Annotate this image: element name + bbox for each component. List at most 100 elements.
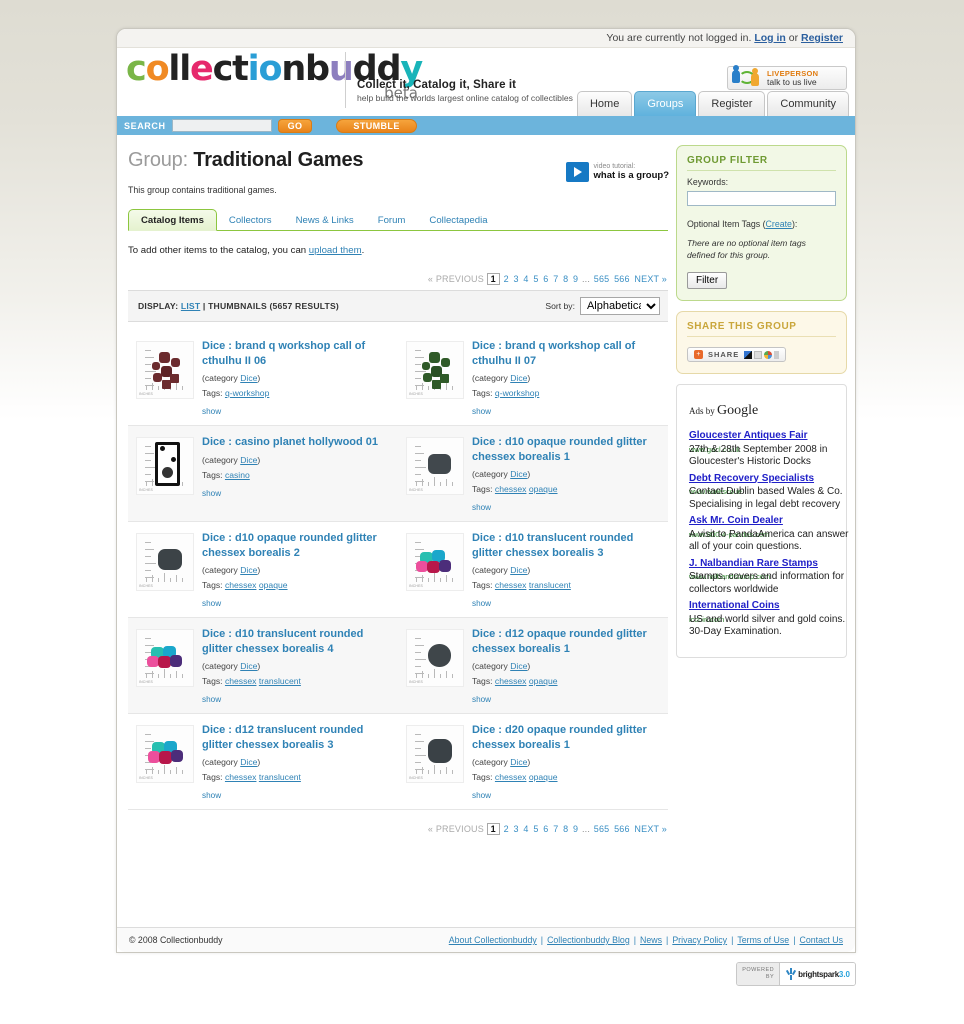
item-title[interactable]: Dice : d10 translucent rounded glitter c… (472, 531, 662, 560)
stumble-button[interactable]: STUMBLE (336, 118, 417, 133)
item-tag-link[interactable]: chessex (495, 772, 527, 782)
item-tag-link[interactable]: chessex (495, 484, 527, 494)
item-tag-link[interactable]: chessex (225, 580, 257, 590)
item-category-link[interactable]: Dice (510, 661, 527, 671)
item-category-link[interactable]: Dice (240, 455, 257, 465)
ad-title-link[interactable]: Ask Mr. Coin Dealer (689, 515, 834, 528)
catalog-item[interactable]: INCHES Dice : d10 opaque rounded glitter… (128, 522, 398, 617)
pagination-previous[interactable]: « PREVIOUS (428, 274, 484, 284)
ad-entry[interactable]: J. Nalbandian Rare Stamps Stamps, covers… (689, 558, 844, 595)
pagination-page-1[interactable]: 1 (486, 823, 500, 835)
pagination-page-2[interactable]: 2 (504, 824, 509, 834)
item-title[interactable]: Dice : d10 opaque rounded glitter chesse… (202, 531, 392, 560)
item-thumbnail[interactable]: INCHES (136, 341, 194, 399)
upload-them-link[interactable]: upload them (309, 245, 362, 256)
catalog-item[interactable]: INCHES Dice : brand q workshop call of c… (398, 330, 668, 425)
item-tag-link[interactable]: opaque (529, 772, 558, 782)
more-icon[interactable] (774, 350, 780, 359)
item-category-link[interactable]: Dice (510, 373, 527, 383)
item-thumbnail[interactable]: INCHES (405, 725, 464, 783)
ad-entry[interactable]: Ask Mr. Coin Dealer A visit to PandaAmer… (689, 515, 849, 552)
keywords-input[interactable] (686, 191, 836, 206)
ad-entry[interactable]: Debt Recovery Specialists Contact Dublin… (689, 473, 843, 510)
pagination-page-7[interactable]: 7 (553, 274, 558, 284)
item-tag-link[interactable]: translucent (529, 580, 571, 590)
pagination-page-9[interactable]: 9 (573, 274, 578, 284)
pagination-page-4[interactable]: 4 (523, 274, 528, 284)
pagination-page-565[interactable]: 565 (594, 824, 610, 834)
catalog-item[interactable]: INCHES Dice : casino planet hollywood 01… (128, 426, 398, 521)
item-thumbnail[interactable]: INCHES (136, 629, 194, 687)
item-show-link[interactable]: show (202, 489, 392, 498)
item-title[interactable]: Dice : brand q workshop call of cthulhu … (472, 339, 662, 368)
delicious-icon[interactable] (744, 350, 753, 359)
catalog-item[interactable]: INCHES Dice : d12 translucent rounded gl… (128, 714, 398, 809)
item-title[interactable]: Dice : d10 opaque rounded glitter chesse… (472, 435, 662, 464)
item-title[interactable]: Dice : d12 translucent rounded glitter c… (202, 723, 392, 752)
pagination-next[interactable]: NEXT » (634, 274, 667, 284)
pagination-page-565[interactable]: 565 (594, 274, 610, 284)
pagination-page-3[interactable]: 3 (514, 824, 519, 834)
item-thumbnail[interactable]: INCHES (405, 437, 464, 495)
item-tag-link[interactable]: translucent (259, 772, 301, 782)
item-tag-link[interactable]: chessex (495, 580, 527, 590)
tab-catalog-items[interactable]: Catalog Items (128, 209, 217, 231)
nav-tab-register[interactable]: Register (698, 91, 766, 116)
item-tag-link[interactable]: translucent (259, 676, 301, 686)
item-title[interactable]: Dice : d12 opaque rounded glitter chesse… (472, 627, 662, 656)
pagination-page-8[interactable]: 8 (563, 824, 568, 834)
item-category-link[interactable]: Dice (240, 373, 257, 383)
item-show-link[interactable]: show (202, 407, 392, 416)
video-tutorial-link[interactable]: video tutorial: what is a group? (565, 162, 669, 182)
ad-entry[interactable]: Gloucester Antiques Fair 27th & 28th Sep… (689, 430, 834, 467)
filter-button[interactable]: Filter (686, 272, 728, 289)
sort-select[interactable]: Alphabetical (579, 297, 660, 315)
ad-title-link[interactable]: Gloucester Antiques Fair (689, 430, 834, 443)
share-button[interactable]: + SHARE (686, 347, 787, 362)
item-show-link[interactable]: show (202, 599, 392, 608)
item-thumbnail[interactable]: INCHES (136, 725, 194, 783)
pagination-next[interactable]: NEXT » (634, 824, 667, 834)
display-list-link[interactable]: LIST (181, 301, 200, 311)
item-thumbnail[interactable]: INCHES (405, 629, 464, 687)
item-show-link[interactable]: show (472, 695, 662, 704)
ad-entry[interactable]: International Coins US and world silver … (689, 600, 845, 637)
catalog-item[interactable]: INCHES Dice : d20 opaque rounded glitter… (398, 714, 668, 809)
item-tag-link[interactable]: casino (225, 470, 250, 480)
item-category-link[interactable]: Dice (240, 565, 257, 575)
pagination-previous[interactable]: « PREVIOUS (428, 824, 484, 834)
item-title[interactable]: Dice : casino planet hollywood 01 (202, 435, 392, 450)
item-title[interactable]: Dice : d20 opaque rounded glitter chesse… (472, 723, 662, 752)
footer-link-privacy[interactable]: Privacy Policy (672, 935, 727, 945)
item-tag-link[interactable]: opaque (259, 580, 288, 590)
item-title[interactable]: Dice : d10 translucent rounded glitter c… (202, 627, 392, 656)
tab-collectapedia[interactable]: Collectapedia (417, 210, 499, 230)
item-tag-link[interactable]: q-workshop (495, 388, 539, 398)
pagination-page-7[interactable]: 7 (553, 824, 558, 834)
item-tag-link[interactable]: opaque (529, 484, 558, 494)
nav-tab-groups[interactable]: Groups (634, 91, 697, 116)
item-show-link[interactable]: show (472, 599, 662, 608)
item-tag-link[interactable]: chessex (225, 772, 257, 782)
pagination-page-566[interactable]: 566 (614, 274, 630, 284)
pagination-page-6[interactable]: 6 (543, 824, 548, 834)
item-category-link[interactable]: Dice (240, 757, 257, 767)
item-category-link[interactable]: Dice (510, 757, 527, 767)
tab-forum[interactable]: Forum (366, 210, 418, 230)
footer-link-contact[interactable]: Contact Us (799, 935, 843, 945)
item-show-link[interactable]: show (202, 695, 392, 704)
footer-link-blog[interactable]: Collectionbuddy Blog (547, 935, 630, 945)
item-show-link[interactable]: show (472, 791, 662, 800)
pagination-page-566[interactable]: 566 (614, 824, 630, 834)
nav-tab-home[interactable]: Home (576, 91, 633, 116)
item-thumbnail[interactable]: INCHES (136, 437, 194, 495)
ad-title-link[interactable]: J. Nalbandian Rare Stamps (689, 558, 834, 571)
item-title[interactable]: Dice : brand q workshop call of cthulhu … (202, 339, 392, 368)
item-tag-link[interactable]: chessex (225, 676, 257, 686)
play-icon[interactable] (565, 162, 589, 182)
item-thumbnail[interactable]: INCHES (405, 341, 464, 399)
tab-collectors[interactable]: Collectors (217, 210, 284, 230)
pagination-page-9[interactable]: 9 (573, 824, 578, 834)
create-tag-link[interactable]: Create (766, 219, 792, 229)
item-show-link[interactable]: show (472, 407, 662, 416)
